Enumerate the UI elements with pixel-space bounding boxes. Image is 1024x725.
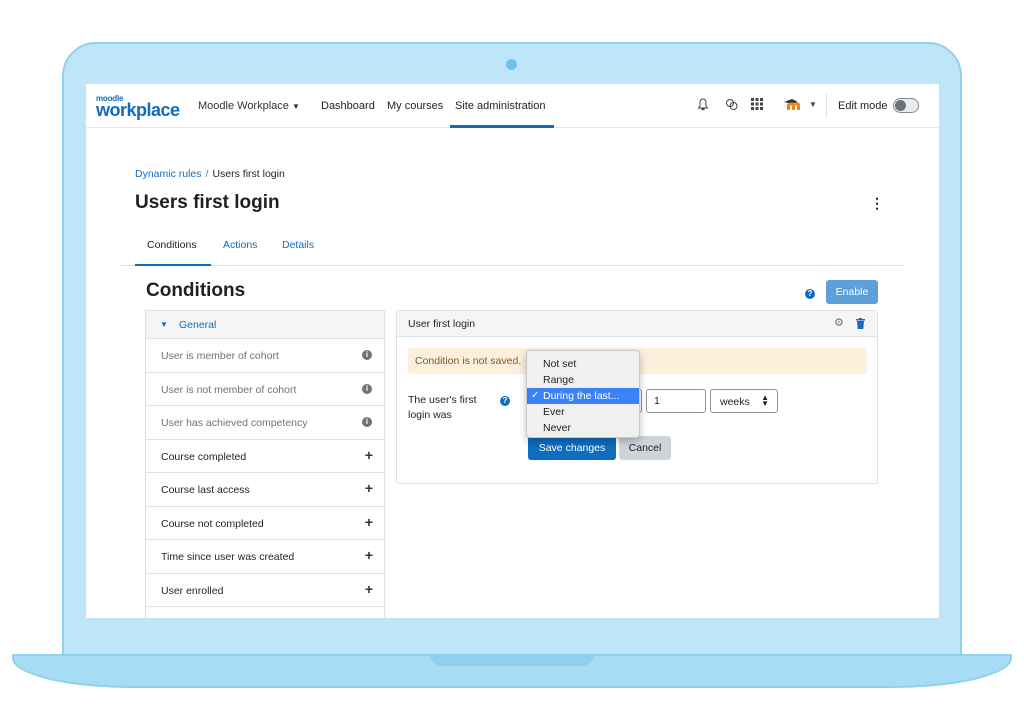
nav-link-site-administration[interactable]: Site administration (455, 100, 546, 112)
nav-link-my-courses[interactable]: My courses (387, 100, 443, 112)
info-icon[interactable]: i (362, 417, 372, 427)
unit-select[interactable]: weeks ▲ ▼ (710, 389, 778, 413)
tabs-border (120, 265, 905, 266)
breadcrumb-current: Users first login (212, 168, 285, 180)
page-title: Users first login (135, 192, 280, 213)
dropdown-option[interactable]: Range (527, 372, 639, 388)
apps-grid-icon[interactable] (750, 98, 764, 112)
plus-icon[interactable]: + (365, 515, 373, 529)
condition-item[interactable]: Time since user was created + (146, 540, 384, 574)
panel-header: User first login ⚙ (397, 311, 877, 337)
plus-icon[interactable]: + (365, 481, 373, 495)
laptop-notch (430, 654, 594, 666)
unit-select-value: weeks (720, 396, 750, 408)
first-login-dropdown: Not set Range ✓ During the last... Ever … (526, 350, 640, 438)
user-menu[interactable] (780, 98, 806, 112)
gear-icon[interactable]: ⚙ (834, 318, 845, 329)
trash-icon[interactable] (856, 318, 865, 329)
condition-item[interactable]: Course not completed + (146, 507, 384, 540)
condition-group-general[interactable]: ▼ General (146, 311, 384, 339)
tab-actions[interactable]: Actions (223, 239, 257, 251)
enable-button[interactable]: Enable (826, 280, 878, 304)
condition-item: User is not member of cohort i (146, 373, 384, 406)
panel-title: User first login (408, 318, 476, 330)
dropdown-option-label: Range (543, 374, 574, 386)
condition-item-label: User has achieved competency (161, 417, 308, 429)
condition-group-label: General (179, 319, 217, 331)
condition-item: User has achieved competency i (146, 406, 384, 440)
condition-item-label: User enrolled (161, 584, 224, 597)
plus-icon[interactable]: + (365, 548, 373, 562)
dropdown-option[interactable]: Ever (527, 404, 639, 420)
plus-icon[interactable]: + (365, 582, 373, 596)
caret-down-icon: ▼ (160, 320, 168, 329)
dropdown-option-label: During the last... (543, 390, 620, 402)
condition-item[interactable] (146, 607, 384, 618)
alert-text: Condition is not saved. (415, 355, 522, 367)
nav-link-dashboard[interactable]: Dashboard (321, 100, 375, 112)
breadcrumb: Dynamic rules / Users first login (135, 168, 285, 180)
kebab-menu-icon[interactable]: ⋮ (870, 196, 884, 212)
info-icon[interactable]: i (362, 383, 372, 394)
tab-details[interactable]: Details (282, 239, 314, 251)
cancel-button[interactable]: Cancel (619, 436, 671, 460)
condition-item-label: Course not completed (161, 517, 264, 530)
nav-active-underline (450, 125, 554, 128)
select-arrows-icon: ▲ ▼ (761, 393, 769, 408)
save-changes-button[interactable]: Save changes (528, 436, 616, 460)
dropdown-option-selected[interactable]: ✓ During the last... (527, 388, 639, 404)
condition-item-label: Course last access (161, 484, 250, 496)
conditions-heading: Conditions (146, 280, 246, 301)
dropdown-option-label: Ever (543, 406, 565, 418)
condition-item[interactable]: User enrolled + (146, 574, 384, 607)
nav-brand-label: Moodle Workplace (198, 100, 289, 112)
plus-icon[interactable]: + (365, 448, 373, 462)
chevron-down-icon: ▼ (291, 102, 300, 111)
user-menu-chevron-icon[interactable]: ▼ (806, 98, 820, 112)
condition-item-label: Course completed (161, 450, 247, 463)
condition-item[interactable]: Course completed + (146, 440, 384, 473)
checkmark-icon: ✓ (531, 390, 540, 401)
nav-brand-menu[interactable]: Moodle Workplace ▼ (198, 100, 300, 112)
moodle-workplace-logo[interactable]: moodle workplace (96, 92, 182, 122)
dropdown-option[interactable]: Not set (527, 356, 639, 372)
info-icon[interactable]: i (362, 350, 372, 360)
bell-icon[interactable] (696, 98, 710, 112)
breadcrumb-separator: / (205, 168, 209, 180)
moodle-avatar-icon (784, 99, 800, 110)
breadcrumb-dynamic-rules[interactable]: Dynamic rules (135, 168, 202, 180)
chat-icon[interactable] (724, 98, 738, 112)
condition-item: User is member of cohort i (146, 339, 384, 373)
condition-item-label: Time since user was created (161, 551, 295, 563)
navbar: moodle workplace Moodle Workplace ▼ Dash… (86, 84, 939, 128)
condition-item-label: User is member of cohort (161, 350, 279, 362)
quantity-input[interactable] (646, 389, 706, 413)
condition-item-label: User is not member of cohort (161, 383, 297, 396)
dropdown-option[interactable]: Never (527, 420, 639, 436)
field-help-icon[interactable]: ? (500, 396, 510, 406)
condition-list: ▼ General User is member of cohort i Use… (145, 310, 385, 618)
edit-mode-toggle[interactable] (893, 98, 919, 113)
logo-big-text: workplace (96, 100, 180, 120)
help-icon[interactable]: ? (805, 289, 815, 299)
camera-dot (506, 59, 517, 70)
condition-item[interactable]: Course last access + (146, 473, 384, 507)
edit-mode-label: Edit mode (838, 100, 888, 112)
dropdown-option-label: Never (543, 422, 572, 434)
tab-active-underline (135, 264, 211, 266)
toggle-knob (895, 100, 906, 111)
tab-conditions[interactable]: Conditions (147, 239, 197, 251)
dropdown-option-label: Not set (543, 358, 577, 370)
screen: moodle workplace Moodle Workplace ▼ Dash… (86, 84, 939, 618)
nav-divider (826, 94, 827, 118)
first-login-field-label: The user's first login was (408, 394, 477, 421)
